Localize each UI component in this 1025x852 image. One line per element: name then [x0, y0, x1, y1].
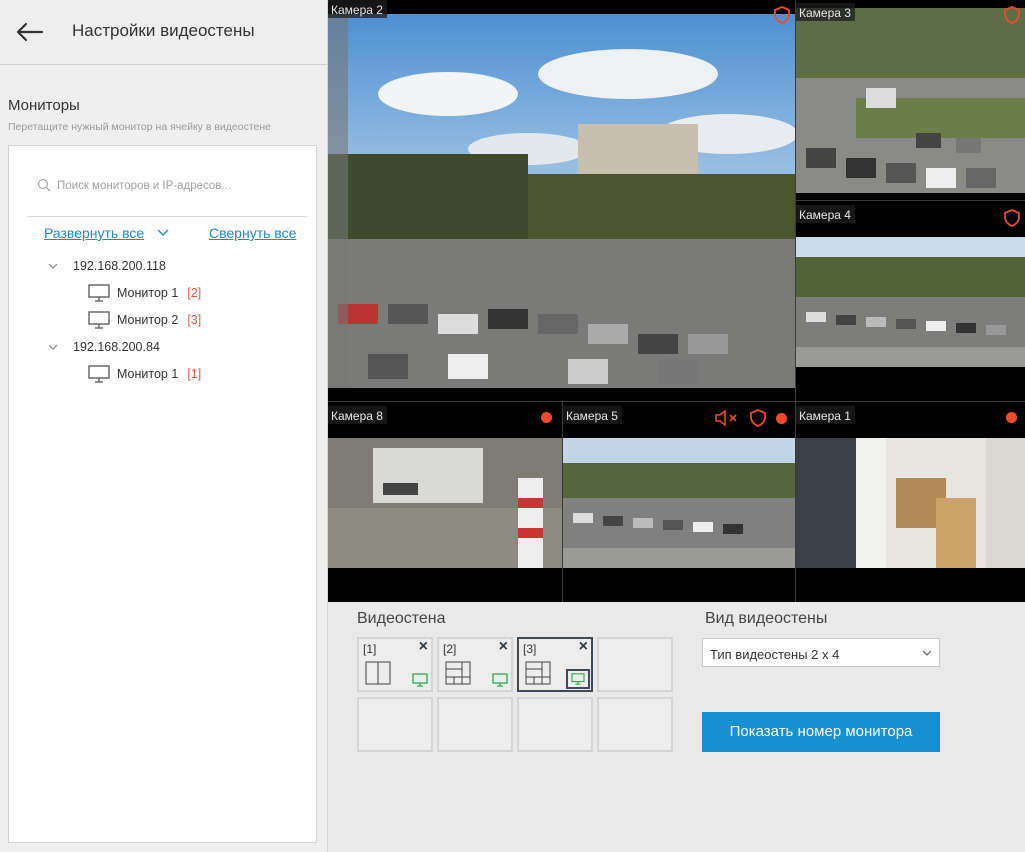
- monitor-name: Монитор 1: [117, 286, 179, 300]
- speaker-muted-icon: [715, 409, 737, 427]
- camera-feed-image: [796, 237, 1025, 367]
- monitor-icon: [566, 669, 590, 689]
- shield-icon: [750, 409, 766, 427]
- camera-status-icons: [1006, 412, 1017, 423]
- tree-monitor-item[interactable]: Монитор 1 [1]: [88, 364, 201, 384]
- monitor-number: [2]: [187, 286, 202, 300]
- monitor-icon: [88, 365, 110, 383]
- layout-2-split-icon: [365, 661, 391, 685]
- close-icon[interactable]: ×: [419, 638, 428, 656]
- tree-server-item[interactable]: 192.168.200.84: [47, 337, 160, 357]
- chevron-down-icon[interactable]: [47, 261, 59, 271]
- videowall-cell-empty[interactable]: [597, 637, 673, 692]
- monitor-icon: [492, 673, 508, 687]
- camera-label: Камера 8: [328, 406, 387, 424]
- camera-feed-image: [328, 438, 562, 568]
- camera-label: Камера 1: [796, 406, 855, 424]
- chevron-down-icon: [922, 650, 932, 656]
- camera-tile-3[interactable]: Камера 3: [796, 0, 1025, 200]
- tree-server-item[interactable]: 192.168.200.118: [47, 256, 166, 276]
- camera-feed-image: [796, 8, 1025, 193]
- grid-divider: [796, 200, 1025, 201]
- wall-type-select[interactable]: Тип видеостены 2 х 4: [702, 638, 940, 667]
- camera-tile-1[interactable]: Камера 1: [796, 402, 1025, 602]
- grid-divider: [562, 402, 563, 602]
- monitor-number: [1]: [187, 367, 202, 381]
- camera-label: Камера 5: [563, 406, 622, 424]
- monitor-name: Монитор 1: [117, 367, 179, 381]
- shield-icon: [1004, 209, 1020, 227]
- search-input[interactable]: [57, 176, 302, 196]
- camera-tile-8[interactable]: Камера 8: [328, 402, 562, 602]
- shield-icon: [1004, 6, 1020, 24]
- panel-header: Настройки видеостены: [0, 0, 327, 65]
- cell-monitor-number: [3]: [523, 642, 537, 656]
- monitor-icon: [88, 284, 110, 302]
- cell-monitor-number: [2]: [443, 642, 457, 656]
- search-box: [27, 176, 307, 217]
- collapse-all-link[interactable]: Свернуть все: [209, 225, 296, 241]
- search-icon: [37, 178, 51, 192]
- camera-status-icons: [1004, 209, 1020, 227]
- grid-divider: [795, 0, 796, 602]
- monitor-number: [3]: [187, 313, 202, 327]
- monitor-icon: [412, 673, 428, 687]
- shield-icon: [774, 6, 790, 24]
- camera-feed-image: [563, 438, 795, 568]
- camera-label: Камера 4: [796, 205, 855, 223]
- videowall-cell-selected[interactable]: [3] ×: [517, 637, 593, 692]
- monitors-section-title: Мониторы: [8, 97, 80, 114]
- grid-divider: [328, 401, 1025, 402]
- camera-status-icons: [774, 6, 790, 24]
- videowall-cell-empty[interactable]: [597, 697, 673, 752]
- chevron-down-icon[interactable]: [47, 342, 59, 352]
- monitor-icon: [88, 311, 110, 329]
- server-ip: 192.168.200.118: [73, 259, 166, 273]
- video-wall: Камера 2 Камера 3 Камера 4 Камера 8 Каме…: [328, 0, 1025, 602]
- camera-status-icons: [541, 412, 552, 423]
- videowall-cell-empty[interactable]: [437, 697, 513, 752]
- chevron-down-icon[interactable]: [157, 228, 169, 238]
- monitors-section-hint: Перетащите нужный монитор на ячейку в ви…: [8, 121, 271, 133]
- videowall-cell[interactable]: [1] ×: [357, 637, 433, 692]
- close-icon[interactable]: ×: [579, 638, 588, 656]
- videowall-cell-empty[interactable]: [517, 697, 593, 752]
- camera-label: Камера 3: [796, 3, 855, 21]
- camera-tile-2[interactable]: Камера 2: [328, 0, 795, 401]
- videowall-cell-empty[interactable]: [357, 697, 433, 752]
- videowall-section-title: Видеостена: [357, 610, 446, 627]
- videowall-cell[interactable]: [2] ×: [437, 637, 513, 692]
- server-ip: 192.168.200.84: [73, 340, 160, 354]
- tree-monitor-item[interactable]: Монитор 1 [2]: [88, 283, 201, 303]
- record-dot-icon: [1006, 412, 1017, 423]
- app-window: Настройки видеостены Мониторы Перетащите…: [0, 0, 1025, 852]
- camera-tile-5[interactable]: Камера 5: [563, 402, 795, 602]
- view-section-title: Вид видеостены: [705, 610, 828, 627]
- camera-label: Камера 2: [328, 0, 387, 18]
- layout-grid-icon: [445, 661, 471, 685]
- show-monitor-number-button[interactable]: Показать номер монитора: [702, 712, 940, 752]
- camera-feed-image: [796, 438, 1025, 568]
- close-icon[interactable]: ×: [499, 638, 508, 656]
- page-title: Настройки видеостены: [72, 21, 255, 40]
- camera-status-icons: [714, 408, 787, 428]
- monitor-tree-panel: [8, 145, 317, 843]
- monitor-name: Монитор 2: [117, 313, 179, 327]
- back-arrow-icon[interactable]: [14, 18, 46, 46]
- tree-monitor-item[interactable]: Монитор 2 [3]: [88, 310, 201, 330]
- camera-status-icons: [1004, 6, 1020, 24]
- wall-type-selected-value: Тип видеостены 2 х 4: [710, 647, 840, 662]
- layout-grid-icon: [525, 661, 551, 685]
- camera-tile-4[interactable]: Камера 4: [796, 201, 1025, 401]
- camera-feed-image: [328, 14, 795, 388]
- expand-all-link[interactable]: Развернуть все: [44, 225, 144, 241]
- record-dot-icon: [776, 412, 787, 424]
- cell-monitor-number: [1]: [363, 642, 377, 656]
- record-dot-icon: [541, 412, 552, 423]
- settings-panel: Настройки видеостены Мониторы Перетащите…: [0, 0, 328, 852]
